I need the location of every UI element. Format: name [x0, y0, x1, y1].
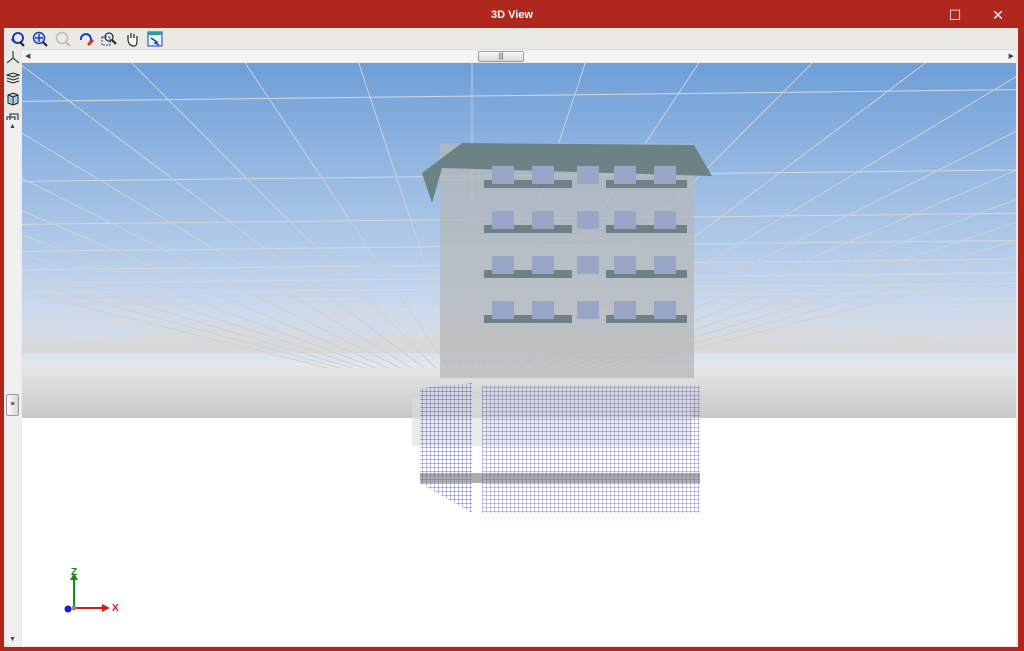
y-axis-dot: [64, 605, 72, 613]
pan-hand-icon[interactable]: [123, 30, 141, 48]
scroll-down-arrow[interactable]: ▼: [9, 636, 16, 643]
window: [577, 301, 599, 319]
rotate-view-icon[interactable]: [8, 30, 26, 48]
layers-icon[interactable]: [5, 71, 21, 90]
3d-scene[interactable]: Z X: [22, 63, 1016, 646]
window: [492, 256, 514, 274]
title-bar: 3D View ☐ ✕: [0, 0, 1024, 30]
axes-icon[interactable]: [6, 50, 20, 69]
window: [577, 166, 599, 184]
close-button[interactable]: ✕: [983, 4, 1013, 26]
zoom-previous-icon[interactable]: [54, 30, 72, 48]
origin-dot: [71, 605, 77, 611]
reinforcement-mesh-front: [482, 385, 700, 513]
window: [492, 211, 514, 229]
window: [654, 166, 676, 184]
scroll-right-arrow[interactable]: ▶: [1009, 52, 1014, 60]
foundation-beam: [420, 473, 700, 483]
export-view-icon[interactable]: [146, 30, 164, 48]
window: [532, 211, 554, 229]
window: [614, 211, 636, 229]
x-axis-label: X: [112, 603, 119, 614]
window: [654, 211, 676, 229]
window: [577, 211, 599, 229]
maximize-button[interactable]: ☐: [940, 4, 970, 26]
window: [492, 166, 514, 184]
zoom-window-icon[interactable]: [100, 30, 118, 48]
window-title: 3D View: [491, 9, 533, 21]
scroll-left-arrow[interactable]: ◀: [25, 52, 30, 60]
solid-view-icon[interactable]: [6, 92, 20, 111]
horizontal-scroll-thumb[interactable]: |||: [478, 51, 524, 62]
window: [532, 256, 554, 274]
3d-viewport[interactable]: Z X: [22, 63, 1016, 646]
vertical-scrollbar[interactable]: ▲ ≡ ▼: [5, 120, 21, 645]
z-axis-label: Z: [71, 567, 77, 578]
window: [654, 256, 676, 274]
window-client: ◀ ||| ▶ ▲ ≡ ▼ Z X: [4, 28, 1018, 647]
window: [532, 166, 554, 184]
building-model: [412, 143, 712, 513]
window: [532, 301, 554, 319]
window: [654, 301, 676, 319]
window: [577, 256, 599, 274]
window: [614, 256, 636, 274]
vertical-scroll-thumb[interactable]: ≡: [6, 394, 19, 416]
horizontal-scrollbar[interactable]: ◀ ||| ▶: [22, 49, 1016, 62]
window: [492, 301, 514, 319]
redraw-icon[interactable]: [77, 30, 95, 48]
zoom-all-icon[interactable]: [31, 30, 49, 48]
window: [614, 166, 636, 184]
window: [614, 301, 636, 319]
top-toolbar: [8, 30, 164, 50]
scroll-up-arrow[interactable]: ▲: [9, 123, 16, 130]
